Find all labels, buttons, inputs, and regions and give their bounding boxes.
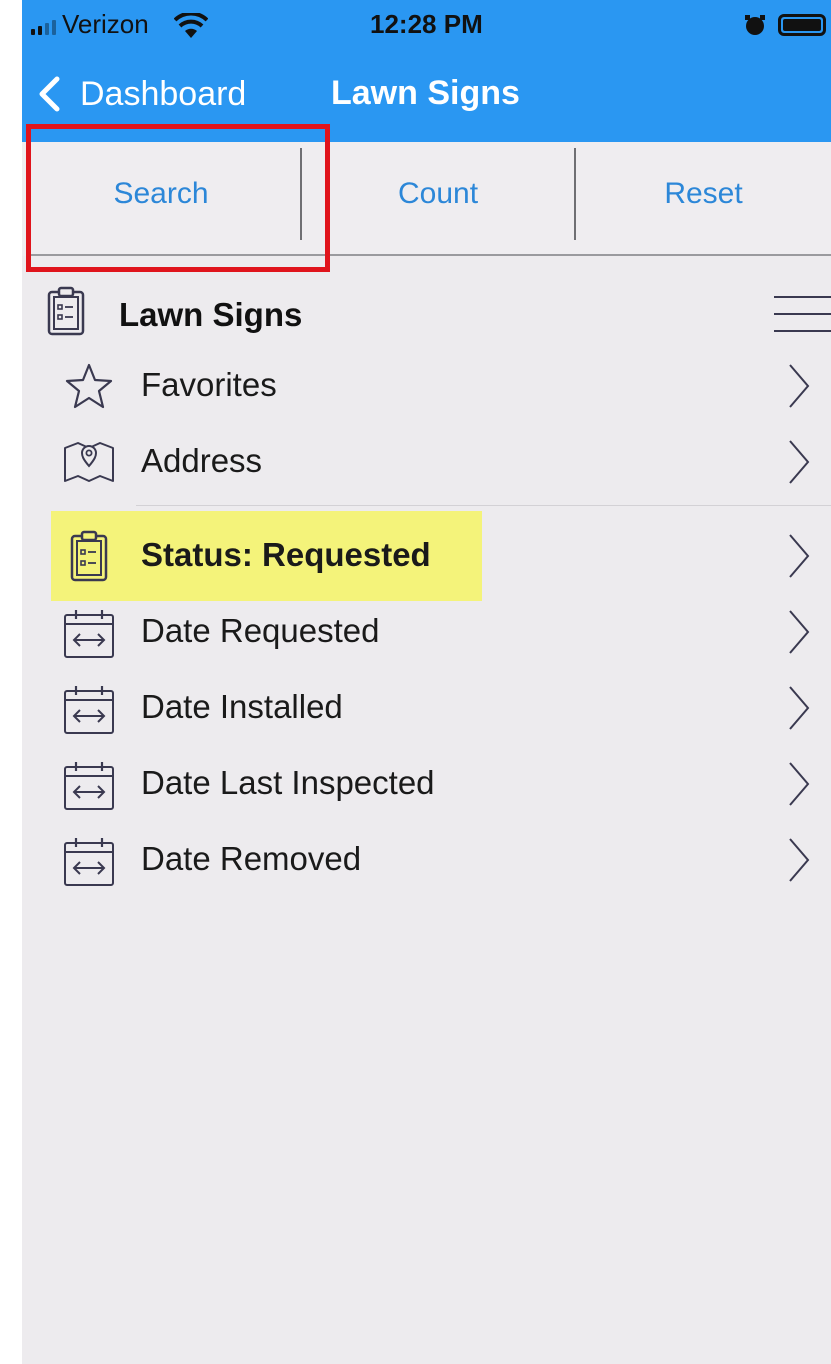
segmented-toolbar: Search Count Reset: [22, 142, 831, 256]
list-item-label: Date Installed: [141, 688, 343, 725]
chevron-right-icon: [789, 610, 810, 654]
count-button[interactable]: Count: [302, 142, 574, 246]
list-item-status[interactable]: Status: Requested: [22, 518, 831, 594]
list-item-label: Favorites: [141, 366, 277, 403]
nav-row: Dashboard Lawn Signs: [22, 62, 831, 126]
list-separator: [136, 505, 831, 506]
list-item-date-requested[interactable]: Date Requested: [22, 594, 831, 670]
chevron-right-icon: [789, 762, 810, 806]
list-item-label: Date Requested: [141, 612, 380, 649]
list-item-label: Date Last Inspected: [141, 764, 435, 801]
list-item-date-removed[interactable]: Date Removed: [22, 822, 831, 898]
list-item-date-last-inspected[interactable]: Date Last Inspected: [22, 746, 831, 822]
list-item-label: Address: [141, 442, 263, 479]
carrier-name: Verizon: [62, 9, 149, 39]
status-bar: Verizon 12:28 PM: [22, 0, 831, 50]
section-header: Lawn Signs: [22, 284, 831, 344]
alarm-icon: [745, 15, 765, 35]
chevron-right-icon: [789, 364, 810, 408]
list-item-label: Date Removed: [141, 840, 362, 877]
chevron-right-icon: [789, 686, 810, 730]
chevron-right-icon: [789, 440, 810, 484]
status-time: 12:28 PM: [370, 9, 483, 39]
navigation-bar: Verizon 12:28 PM Dashboard Lawn Signs: [22, 0, 831, 142]
hamburger-menu-icon[interactable]: [774, 294, 831, 334]
cellular-signal-icon: [31, 19, 56, 35]
page-title: Lawn Signs: [331, 74, 520, 112]
wifi-icon: [174, 13, 208, 38]
chevron-left-icon: [39, 76, 60, 112]
list-item-date-installed[interactable]: Date Installed: [22, 670, 831, 746]
star-icon: [65, 363, 113, 409]
chevron-right-icon: [789, 838, 810, 882]
app-screen: Verizon 12:28 PM Dashboard Lawn Signs Se…: [22, 0, 831, 1364]
search-button[interactable]: Search: [22, 142, 300, 246]
chevron-right-icon: [789, 534, 810, 578]
clipboard-icon: [70, 530, 108, 582]
clipboard-icon: [47, 286, 85, 336]
calendar-range-icon: [64, 838, 114, 886]
calendar-range-icon: [64, 686, 114, 734]
back-label: Dashboard: [80, 74, 247, 113]
back-button[interactable]: Dashboard: [38, 74, 246, 114]
map-pin-icon: [64, 442, 114, 482]
toolbar-bottom-border: [29, 254, 831, 256]
calendar-range-icon: [64, 610, 114, 658]
calendar-range-icon: [64, 762, 114, 810]
list-item-label: Status: Requested: [141, 536, 431, 573]
battery-icon: [778, 14, 826, 36]
section-title: Lawn Signs: [119, 296, 303, 333]
reset-button[interactable]: Reset: [576, 142, 831, 246]
list-item-favorites[interactable]: Favorites: [22, 348, 831, 424]
list-item-address[interactable]: Address: [22, 424, 831, 500]
